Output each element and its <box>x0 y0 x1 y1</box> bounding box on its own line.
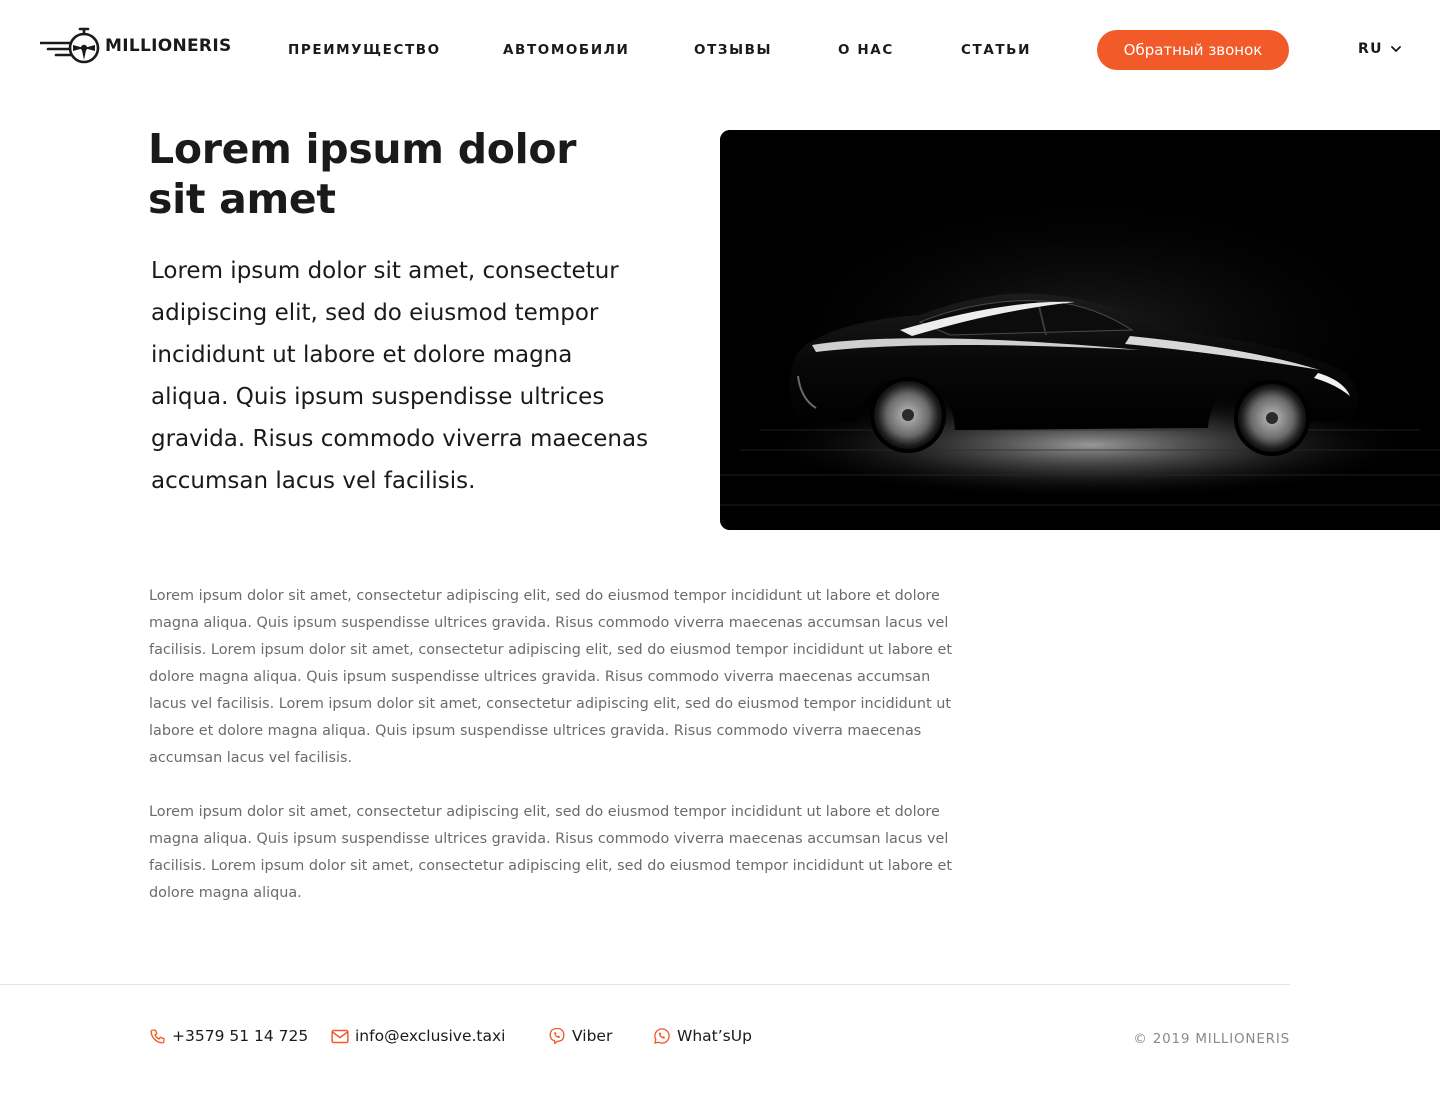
viber-icon <box>549 1027 565 1045</box>
nav-item-reviews[interactable]: ОТЗЫВЫ <box>694 42 772 58</box>
footer-whatsapp: What’sUp <box>677 1027 752 1045</box>
footer-phone-link[interactable]: +3579 51 14 725 <box>149 1027 308 1045</box>
footer-email: info@exclusive.taxi <box>355 1027 506 1045</box>
brand-logo[interactable]: MILLIONERIS <box>40 27 231 65</box>
footer-whatsapp-link[interactable]: What’sUp <box>653 1027 752 1045</box>
body-paragraph: Lorem ipsum dolor sit amet, consectetur … <box>149 588 953 766</box>
brand-name: MILLIONERIS <box>105 36 232 56</box>
chevron-down-icon <box>1391 45 1401 52</box>
nav-item-articles[interactable]: СТАТЬИ <box>961 42 1031 58</box>
page-title: Lorem ipsum dolor sit amet <box>148 124 668 224</box>
page-title-line2: sit amet <box>148 175 336 223</box>
nav-item-cars[interactable]: АВТОМОБИЛИ <box>503 42 629 58</box>
page-title-line1: Lorem ipsum dolor <box>148 125 577 173</box>
callback-button[interactable]: Обратный звонок <box>1097 30 1289 70</box>
hero-car-image <box>720 130 1440 530</box>
mail-icon <box>331 1029 349 1043</box>
phone-icon <box>150 1028 165 1044</box>
hero-lead-text: Lorem ipsum dolor sit amet, consectetur … <box>151 258 649 494</box>
site-header: MILLIONERIS ПРЕИМУЩЕСТВО АВТОМОБИЛИ ОТЗЫ… <box>0 0 1440 100</box>
footer-phone: +3579 51 14 725 <box>172 1027 309 1045</box>
language-label: RU <box>1358 41 1383 57</box>
body-paragraph: Lorem ipsum dolor sit amet, consectetur … <box>149 804 953 901</box>
car-photo <box>720 130 1440 530</box>
logo-icon <box>40 27 100 64</box>
whatsapp-icon <box>654 1028 670 1044</box>
footer-email-link[interactable]: info@exclusive.taxi <box>331 1027 505 1045</box>
footer-viber-link[interactable]: Viber <box>548 1027 612 1045</box>
nav-item-advantages[interactable]: ПРЕИМУЩЕСТВО <box>288 42 441 58</box>
footer-viber: Viber <box>572 1027 613 1045</box>
copyright: © 2019 MILLIONERIS <box>1133 1031 1290 1047</box>
nav-item-about[interactable]: О НАС <box>838 42 894 58</box>
footer-divider <box>0 984 1290 985</box>
language-selector[interactable]: RU <box>1358 41 1401 57</box>
